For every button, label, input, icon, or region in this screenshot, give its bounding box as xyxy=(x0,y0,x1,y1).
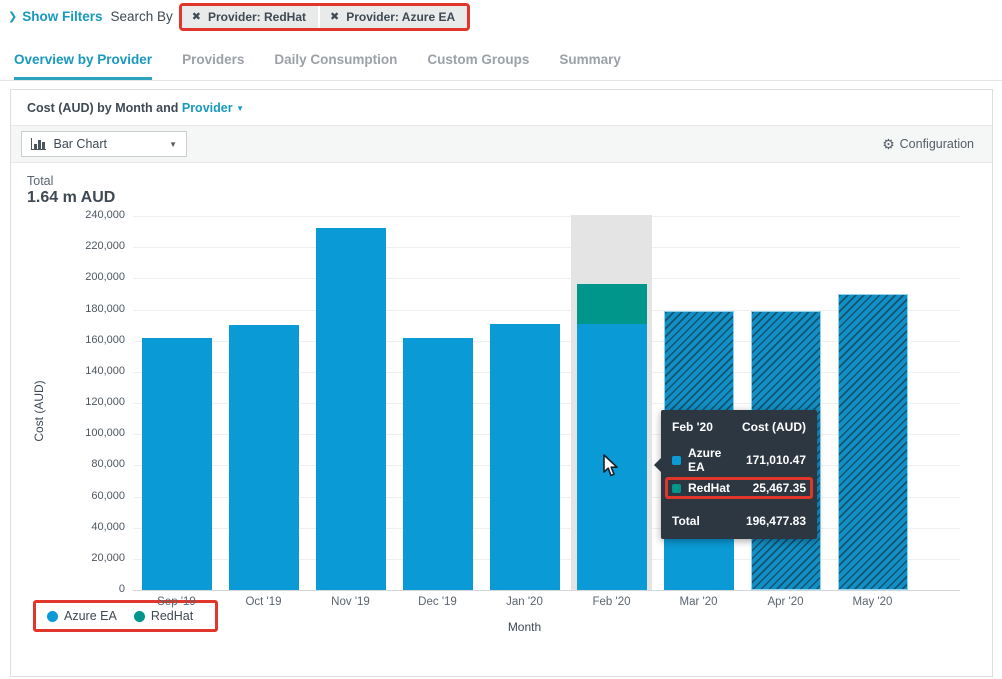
x-tick-label: Mar '20 xyxy=(655,596,742,608)
tab-overview-by-provider[interactable]: Overview by Provider xyxy=(14,44,152,80)
y-tick-label: 120,000 xyxy=(85,396,125,408)
legend-item-azure-ea[interactable]: Azure EA xyxy=(47,609,117,623)
tabs-bar: Overview by Provider Providers Daily Con… xyxy=(0,44,1002,81)
tooltip-series-name: RedHat xyxy=(688,481,746,495)
tooltip-series-value: 171,010.47 xyxy=(746,453,806,467)
x-axis-line xyxy=(133,590,960,591)
panel-title: Cost (AUD) by Month and xyxy=(27,101,178,115)
tooltip: Feb '20 Cost (AUD) Azure EA 171,010.47 R… xyxy=(661,410,817,539)
tooltip-total-value: 196,477.83 xyxy=(746,514,806,528)
tooltip-arrow-icon xyxy=(654,458,661,472)
y-tick-label: 200,000 xyxy=(85,271,125,283)
x-tick-label: May '20 xyxy=(829,596,916,608)
filter-chip-label: Provider: RedHat xyxy=(208,10,306,24)
y-axis-title-column: Cost (AUD) xyxy=(27,216,49,590)
topbar: ❯ Show Filters Search By ✖ Provider: Red… xyxy=(0,0,1002,30)
legend-dot-icon xyxy=(47,611,58,622)
bar-segment[interactable] xyxy=(664,531,734,590)
series-color-swatch xyxy=(672,456,681,465)
tooltip-series-name: Azure EA xyxy=(688,446,739,474)
search-by-label: Search By xyxy=(110,9,172,24)
y-axis-title: Cost (AUD) xyxy=(32,371,46,451)
y-tick-label: 20,000 xyxy=(91,552,125,564)
total-label: Total xyxy=(27,174,976,188)
x-axis-title: Month xyxy=(133,620,916,634)
close-icon[interactable]: ✖ xyxy=(330,10,339,23)
y-tick-label: 60,000 xyxy=(91,490,125,502)
show-filters-label: Show Filters xyxy=(22,9,102,24)
chart-toolbar: Bar Chart ▼ ⚙ Configuration xyxy=(11,125,992,163)
gear-icon: ⚙ xyxy=(882,136,895,153)
series-color-swatch xyxy=(672,484,681,493)
y-tick-label: 220,000 xyxy=(85,240,125,252)
bar-segment[interactable] xyxy=(490,324,560,590)
chart-band xyxy=(481,216,568,590)
tab-summary[interactable]: Summary xyxy=(559,44,621,80)
chart-type-value: Bar Chart xyxy=(54,137,108,151)
chart-band xyxy=(829,216,916,590)
bar-segment[interactable] xyxy=(577,284,647,324)
plot-area: Sep '19Oct '19Nov '19Dec '19Jan '20Feb '… xyxy=(133,216,960,590)
bar-segment[interactable] xyxy=(403,338,473,590)
chart-band xyxy=(307,216,394,590)
x-tick-label: Dec '19 xyxy=(394,596,481,608)
filter-chip-redhat[interactable]: ✖ Provider: RedHat xyxy=(182,6,318,28)
filter-chip-label: Provider: Azure EA xyxy=(346,10,455,24)
chart-band xyxy=(220,216,307,590)
x-tick-label: Sep '19 xyxy=(133,596,220,608)
close-icon[interactable]: ✖ xyxy=(192,10,201,23)
mouse-cursor-icon xyxy=(601,454,621,478)
y-tick-label: 180,000 xyxy=(85,303,125,315)
show-filters-link[interactable]: ❯ Show Filters xyxy=(8,9,102,24)
chart-area: Cost (AUD) 020,00040,00060,00080,000100,… xyxy=(27,216,976,590)
y-tick-label: 40,000 xyxy=(91,521,125,533)
filter-chip-azure-ea[interactable]: ✖ Provider: Azure EA xyxy=(320,6,467,28)
caret-down-icon: ▼ xyxy=(236,104,244,113)
y-tick-label: 160,000 xyxy=(85,334,125,346)
chart-card: Cost (AUD) by Month and Provider ▼ Bar C… xyxy=(10,89,993,677)
annotation-box-tooltip-redhat-row: RedHat 25,467.35 xyxy=(665,477,813,499)
chart-band xyxy=(568,216,655,590)
chart-band xyxy=(133,216,220,590)
tooltip-header-metric: Cost (AUD) xyxy=(742,420,806,434)
x-tick-label: Jan '20 xyxy=(481,596,568,608)
x-tick-label: Feb '20 xyxy=(568,596,655,608)
y-tick-label: 140,000 xyxy=(85,365,125,377)
bar-segment[interactable] xyxy=(229,325,299,590)
tooltip-header-category: Feb '20 xyxy=(672,420,713,434)
x-tick-label: Apr '20 xyxy=(742,596,829,608)
provider-dimension-dropdown[interactable]: Provider ▼ xyxy=(182,101,244,115)
configuration-label: Configuration xyxy=(900,137,974,151)
tooltip-total-label: Total xyxy=(672,514,700,528)
y-axis-ticks: 020,00040,00060,00080,000100,000120,0001… xyxy=(49,216,133,590)
select-caret-icon: ▼ xyxy=(169,140,177,149)
dimension-label: Provider xyxy=(182,101,233,115)
y-tick-label: 240,000 xyxy=(85,209,125,221)
y-tick-label: 100,000 xyxy=(85,427,125,439)
chart-type-select[interactable]: Bar Chart ▼ xyxy=(21,131,187,157)
configuration-button[interactable]: ⚙ Configuration xyxy=(882,136,974,153)
legend-item-label: Azure EA xyxy=(64,609,117,623)
bar-chart-icon xyxy=(31,138,46,150)
tooltip-series-value: 25,467.35 xyxy=(753,481,806,495)
x-axis-labels: Sep '19Oct '19Nov '19Dec '19Jan '20Feb '… xyxy=(133,596,916,608)
chevron-right-icon: ❯ xyxy=(8,10,17,23)
x-tick-label: Oct '19 xyxy=(220,596,307,608)
y-tick-label: 80,000 xyxy=(91,458,125,470)
total-value: 1.64 m AUD xyxy=(27,189,976,207)
annotation-box-filter-chips: ✖ Provider: RedHat ✖ Provider: Azure EA xyxy=(179,3,470,31)
x-tick-label: Nov '19 xyxy=(307,596,394,608)
bar-segment[interactable] xyxy=(316,228,386,590)
tab-providers[interactable]: Providers xyxy=(182,44,244,80)
panel-header: Cost (AUD) by Month and Provider ▼ xyxy=(11,90,992,125)
y-tick-label: 0 xyxy=(119,583,125,595)
tab-custom-groups[interactable]: Custom Groups xyxy=(427,44,529,80)
tab-daily-consumption[interactable]: Daily Consumption xyxy=(274,44,397,80)
chart-section: Total 1.64 m AUD Cost (AUD) 0 20,000 40,00… xyxy=(11,163,992,632)
chart-band xyxy=(394,216,481,590)
tooltip-row-azure-ea: Azure EA 171,010.47 xyxy=(672,443,806,477)
bar-segment[interactable] xyxy=(838,294,908,590)
bar-segment[interactable] xyxy=(142,338,212,590)
